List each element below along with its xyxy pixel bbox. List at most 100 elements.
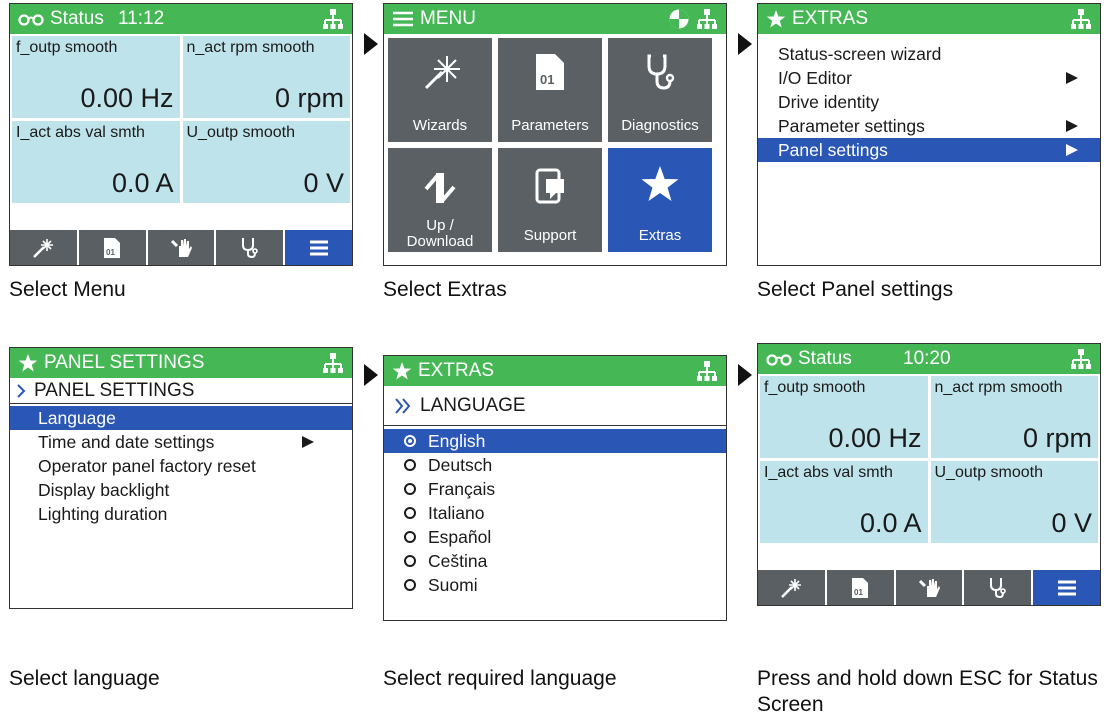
item-label: Language bbox=[38, 407, 116, 428]
language-option[interactable]: Deutsch bbox=[384, 453, 726, 477]
value-reading: 0 V bbox=[1051, 508, 1092, 538]
status-title: Status bbox=[50, 8, 104, 29]
menu-icon bbox=[393, 11, 413, 27]
menu-item-factory-reset[interactable]: Operator panel factory reset bbox=[10, 454, 352, 478]
tab-menu[interactable] bbox=[285, 230, 352, 265]
item-label: Status-screen wizard bbox=[778, 43, 942, 64]
value-cell[interactable]: I_act abs val smth 0.0 A bbox=[12, 121, 180, 203]
flow-arrow bbox=[738, 33, 752, 55]
value-cell[interactable]: n_act rpm smooth 0 rpm bbox=[182, 36, 350, 118]
menu-item-language[interactable]: Language bbox=[10, 406, 352, 430]
language-option[interactable]: English bbox=[384, 429, 726, 453]
language-breadcrumb: LANGUAGE bbox=[384, 386, 726, 426]
menu-item-status-screen-wizard[interactable]: Status-screen wizard bbox=[758, 42, 1100, 66]
tile-diagnostics[interactable]: Diagnostics bbox=[608, 38, 712, 142]
language-option[interactable]: Ceština bbox=[384, 549, 726, 573]
value-cell[interactable]: I_act abs val smth 0.0 A bbox=[760, 461, 928, 543]
submenu-arrow-icon bbox=[1066, 72, 1078, 84]
item-label: Operator panel factory reset bbox=[38, 455, 256, 476]
menu-item-panel-settings[interactable]: Panel settings bbox=[758, 138, 1100, 162]
option-label: Suomi bbox=[428, 574, 478, 595]
value-reading: 0 rpm bbox=[274, 83, 344, 113]
document-icon: 01 bbox=[536, 54, 564, 90]
language-subtitle: LANGUAGE bbox=[420, 394, 526, 416]
language-screen: EXTRAS LANGUAGE English Deutsch Français… bbox=[383, 355, 727, 621]
svg-text:01: 01 bbox=[106, 248, 115, 257]
glasses-icon bbox=[18, 14, 44, 26]
menu-item-drive-identity[interactable]: Drive identity bbox=[758, 90, 1100, 114]
panel-list: Language Time and date settings Operator… bbox=[10, 406, 352, 526]
panel-settings-screen: PANEL SETTINGS PANEL SETTINGS Language T… bbox=[9, 347, 353, 609]
menu-item-time-date[interactable]: Time and date settings bbox=[10, 430, 352, 454]
flow-arrow bbox=[364, 33, 378, 55]
radio-icon bbox=[404, 531, 416, 543]
tablet-icon bbox=[535, 168, 564, 204]
status-time: 11:12 bbox=[118, 8, 165, 29]
value-label: n_act rpm smooth bbox=[934, 379, 1063, 396]
star-icon bbox=[392, 362, 412, 380]
item-label: Time and date settings bbox=[38, 431, 215, 452]
value-cell[interactable]: U_outp smooth 0 V bbox=[930, 461, 1098, 543]
step-caption: Select language bbox=[9, 667, 160, 690]
tab-wizards[interactable] bbox=[10, 230, 79, 265]
value-label: I_act abs val smth bbox=[764, 464, 893, 481]
status-titlebar: Status 10:20 bbox=[758, 344, 1100, 374]
tile-support[interactable]: Support bbox=[498, 148, 602, 252]
value-cell[interactable]: n_act rpm smooth 0 rpm bbox=[930, 376, 1098, 458]
star-icon bbox=[766, 10, 786, 28]
menu-tiles: Wizards 01 Parameters Diagnostics Up / D… bbox=[388, 38, 712, 252]
tile-label: Extras bbox=[638, 227, 682, 244]
extras-title: EXTRAS bbox=[792, 8, 869, 29]
extras-titlebar: EXTRAS bbox=[758, 4, 1100, 34]
value-reading: 0.00 Hz bbox=[828, 423, 922, 453]
submenu-arrow-icon bbox=[1066, 144, 1078, 156]
value-reading: 0.0 A bbox=[859, 508, 922, 538]
value-cell[interactable]: f_outp smooth 0.00 Hz bbox=[12, 36, 180, 118]
value-cell[interactable]: U_outp smooth 0 V bbox=[182, 121, 350, 203]
language-title: EXTRAS bbox=[418, 360, 495, 381]
radio-icon bbox=[404, 579, 416, 591]
tab-diagnostics[interactable] bbox=[216, 230, 286, 265]
menu-item-parameter-settings[interactable]: Parameter settings bbox=[758, 114, 1100, 138]
option-label: English bbox=[428, 430, 486, 451]
menu-item-display-backlight[interactable]: Display backlight bbox=[10, 478, 352, 502]
item-label: Parameter settings bbox=[778, 115, 925, 136]
menu-screen: MENU Wizards 01 Parameters Diagnostics U… bbox=[383, 3, 727, 266]
tile-parameters[interactable]: 01 Parameters bbox=[498, 38, 602, 142]
language-option[interactable]: Français bbox=[384, 477, 726, 501]
value-label: n_act rpm smooth bbox=[186, 39, 315, 56]
tile-up-download[interactable]: Up / Download bbox=[388, 148, 492, 252]
svg-text:01: 01 bbox=[854, 588, 863, 597]
tile-extras[interactable]: Extras bbox=[608, 148, 712, 252]
menu-item-lighting-duration[interactable]: Lighting duration bbox=[10, 502, 352, 526]
language-option[interactable]: Italiano bbox=[384, 501, 726, 525]
tab-parameters[interactable]: 01 bbox=[827, 570, 896, 605]
tile-label: Parameters bbox=[511, 117, 589, 134]
star-icon bbox=[18, 354, 38, 372]
tab-wizards[interactable] bbox=[758, 570, 827, 605]
radio-icon bbox=[404, 507, 416, 519]
item-label: I/O Editor bbox=[778, 67, 852, 88]
chevron-right-icon bbox=[17, 383, 26, 398]
language-option[interactable]: Suomi bbox=[384, 573, 726, 597]
hand-icon bbox=[918, 578, 940, 597]
status-title: Status bbox=[798, 348, 852, 369]
tab-menu[interactable] bbox=[1033, 570, 1100, 605]
parameters-icon: 01 bbox=[104, 237, 121, 258]
stethoscope-icon bbox=[241, 237, 258, 258]
menu-titlebar: MENU bbox=[384, 4, 726, 34]
tab-manual[interactable] bbox=[148, 230, 217, 265]
tab-diagnostics[interactable] bbox=[964, 570, 1034, 605]
value-label: I_act abs val smth bbox=[16, 124, 145, 141]
status-tabbar: 01 bbox=[758, 570, 1100, 605]
menu-item-io-editor[interactable]: I/O Editor bbox=[758, 66, 1100, 90]
wizard-icon bbox=[781, 578, 802, 598]
tab-manual[interactable] bbox=[896, 570, 965, 605]
tab-parameters[interactable]: 01 bbox=[79, 230, 148, 265]
value-cell[interactable]: f_outp smooth 0.00 Hz bbox=[760, 376, 928, 458]
parameters-icon: 01 bbox=[852, 577, 869, 598]
option-label: Français bbox=[428, 478, 496, 499]
wizard-icon bbox=[33, 238, 54, 258]
language-option[interactable]: Español bbox=[384, 525, 726, 549]
tile-wizards[interactable]: Wizards bbox=[388, 38, 492, 142]
